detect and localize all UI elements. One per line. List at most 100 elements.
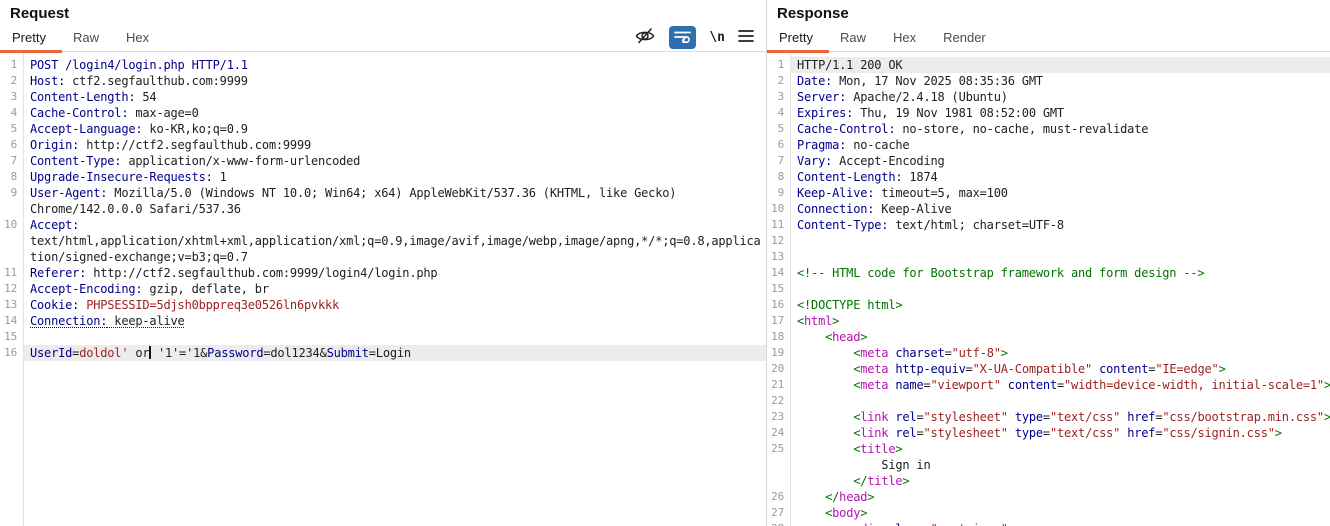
code-line[interactable]: 12 [767,233,1330,249]
response-editor[interactable]: 1HTTP/1.1 200 OK2Date: Mon, 17 Nov 2025 … [767,53,1330,526]
code-line[interactable]: 22 [767,393,1330,409]
code-line[interactable]: 6Pragma: no-cache [767,137,1330,153]
code-text: Content-Length: 1874 [790,169,1330,185]
line-number: 22 [767,393,790,409]
code-line[interactable]: 20 <meta http-equiv="X-UA-Compatible" co… [767,361,1330,377]
line-number: 3 [767,89,790,105]
line-number [767,473,790,489]
response-panel: Response Pretty Raw Hex Render 1HTTP/1.1… [766,0,1330,526]
code-line[interactable]: 15 [0,329,766,345]
code-line[interactable]: 14<!-- HTML code for Bootstrap framework… [767,265,1330,281]
code-text: User-Agent: Mozilla/5.0 (Windows NT 10.0… [23,185,766,201]
line-number: 11 [0,265,23,281]
code-line[interactable]: Sign in [767,457,1330,473]
code-text [790,281,1330,297]
code-line[interactable]: 27 <body> [767,505,1330,521]
code-line[interactable]: tion/signed-exchange;v=b3;q=0.7 [0,249,766,265]
code-line[interactable]: 2Host: ctf2.segfaulthub.com:9999 [0,73,766,89]
code-line[interactable]: 8Upgrade-Insecure-Requests: 1 [0,169,766,185]
line-number [767,457,790,473]
request-editor[interactable]: 1POST /login4/login.php HTTP/1.12Host: c… [0,53,766,526]
code-line[interactable]: 3Server: Apache/2.4.18 (Ubuntu) [767,89,1330,105]
code-line[interactable]: Chrome/142.0.0.0 Safari/537.36 [0,201,766,217]
code-line[interactable]: 1HTTP/1.1 200 OK [767,57,1330,73]
code-line[interactable]: 18 <head> [767,329,1330,345]
code-line[interactable]: 10Accept: [0,217,766,233]
code-text [790,249,1330,265]
code-line[interactable]: 26 </head> [767,489,1330,505]
code-line[interactable]: text/html,application/xhtml+xml,applicat… [0,233,766,249]
code-line[interactable]: 13Cookie: PHPSESSID=5djsh0bppreq3e0526ln… [0,297,766,313]
line-number: 19 [767,345,790,361]
code-text: Cache-Control: no-store, no-cache, must-… [790,121,1330,137]
code-line[interactable]: 11Content-Type: text/html; charset=UTF-8 [767,217,1330,233]
code-line[interactable]: 16<!DOCTYPE html> [767,297,1330,313]
line-number: 13 [767,249,790,265]
line-number: 23 [767,409,790,425]
tab-response-hex[interactable]: Hex [893,30,916,45]
eye-slash-icon [634,26,656,49]
code-line[interactable]: 9User-Agent: Mozilla/5.0 (Windows NT 10.… [0,185,766,201]
code-line[interactable]: 3Content-Length: 54 [0,89,766,105]
hide-matching-button[interactable] [634,26,656,49]
tab-request-hex[interactable]: Hex [126,30,149,45]
line-number: 1 [767,57,790,73]
line-number [0,201,23,217]
line-number: 27 [767,505,790,521]
newline-icon: \n [709,30,725,45]
code-text: Referer: http://ctf2.segfaulthub.com:999… [23,265,766,281]
code-line[interactable]: 11Referer: http://ctf2.segfaulthub.com:9… [0,265,766,281]
code-line[interactable]: 4Expires: Thu, 19 Nov 1981 08:52:00 GMT [767,105,1330,121]
tab-response-render[interactable]: Render [943,30,986,45]
code-line[interactable]: 8Content-Length: 1874 [767,169,1330,185]
request-tabs: Pretty Raw Hex [12,30,149,45]
code-line[interactable]: 10Connection: Keep-Alive [767,201,1330,217]
code-line[interactable]: </title> [767,473,1330,489]
line-number: 16 [0,345,23,361]
code-line[interactable]: 7Vary: Accept-Encoding [767,153,1330,169]
line-number: 12 [767,233,790,249]
code-line[interactable]: 5Accept-Language: ko-KR,ko;q=0.9 [0,121,766,137]
code-line[interactable]: 16UserId=doldol' or '1'='1&Password=dol1… [0,345,766,361]
code-line[interactable]: 2Date: Mon, 17 Nov 2025 08:35:36 GMT [767,73,1330,89]
code-line[interactable]: 1POST /login4/login.php HTTP/1.1 [0,57,766,73]
code-line[interactable]: 17<html> [767,313,1330,329]
editor-menu-button[interactable] [738,29,754,46]
tab-response-pretty[interactable]: Pretty [779,30,813,45]
code-line[interactable]: 5Cache-Control: no-store, no-cache, must… [767,121,1330,137]
tab-response-raw[interactable]: Raw [840,30,866,45]
code-text: <meta http-equiv="X-UA-Compatible" conte… [790,361,1330,377]
code-text: Upgrade-Insecure-Requests: 1 [23,169,766,185]
code-text: Content-Length: 54 [23,89,766,105]
code-text: Host: ctf2.segfaulthub.com:9999 [23,73,766,89]
hamburger-menu-icon [738,29,754,46]
line-number: 25 [767,441,790,457]
tab-request-pretty[interactable]: Pretty [12,30,46,45]
code-line[interactable]: 21 <meta name="viewport" content="width=… [767,377,1330,393]
code-line[interactable]: 9Keep-Alive: timeout=5, max=100 [767,185,1330,201]
newline-toggle-button[interactable]: \n [709,30,725,45]
line-number: 8 [0,169,23,185]
code-line[interactable]: 13 [767,249,1330,265]
line-number: 7 [0,153,23,169]
code-line[interactable]: 4Cache-Control: max-age=0 [0,105,766,121]
code-line[interactable]: 15 [767,281,1330,297]
line-number: 11 [767,217,790,233]
code-line[interactable]: 12Accept-Encoding: gzip, deflate, br [0,281,766,297]
line-number: 5 [0,121,23,137]
code-line[interactable]: 28 <div class="container"> [767,521,1330,526]
line-number: 9 [0,185,23,201]
code-line[interactable]: 24 <link rel="stylesheet" type="text/css… [767,425,1330,441]
code-line[interactable]: 6Origin: http://ctf2.segfaulthub.com:999… [0,137,766,153]
tab-request-raw[interactable]: Raw [73,30,99,45]
code-line[interactable]: 19 <meta charset="utf-8"> [767,345,1330,361]
code-line[interactable]: 25 <title> [767,441,1330,457]
word-wrap-button[interactable] [669,26,696,49]
code-line[interactable]: 23 <link rel="stylesheet" type="text/css… [767,409,1330,425]
response-panel-title: Response [777,5,849,22]
code-text: <meta charset="utf-8"> [790,345,1330,361]
code-line[interactable]: 7Content-Type: application/x-www-form-ur… [0,153,766,169]
code-text: Cache-Control: max-age=0 [23,105,766,121]
request-panel-header: Request Pretty Raw Hex [0,0,766,52]
code-line[interactable]: 14Connection: keep-alive [0,313,766,329]
